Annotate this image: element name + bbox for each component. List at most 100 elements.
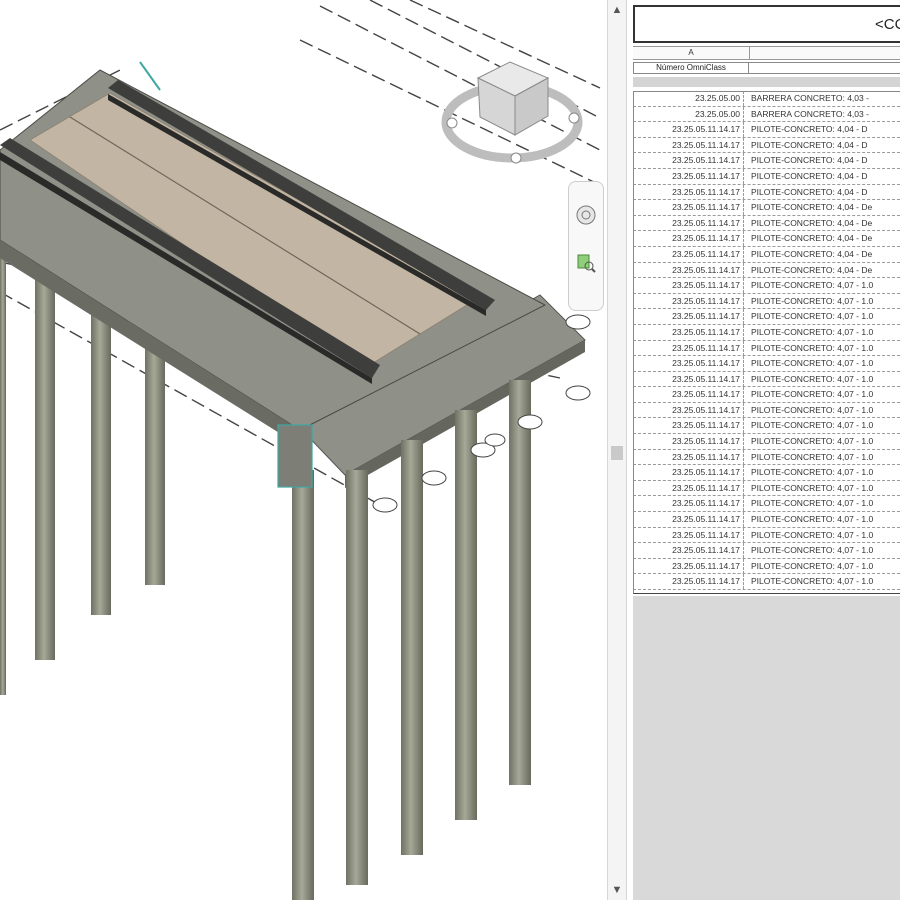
- description-cell[interactable]: PILOTE-CONCRETO: 4,07 - 1.0: [751, 325, 873, 340]
- description-cell[interactable]: PILOTE-CONCRETO: 4,04 - De: [751, 216, 872, 231]
- description-cell[interactable]: PILOTE-CONCRETO: 4,07 - 1.0: [751, 434, 873, 449]
- table-row[interactable]: 23.25.05.11.14.17 PILOTE-CONCRETO: 4,04 -…: [633, 215, 900, 232]
- omniclass-number-cell[interactable]: 23.25.05.11.14.17: [633, 418, 744, 434]
- table-row[interactable]: 23.25.05.11.14.17 PILOTE-CONCRETO: 4,07 -…: [633, 480, 900, 497]
- omniclass-number-cell[interactable]: 23.25.05.11.14.17: [633, 574, 744, 590]
- omniclass-number-cell[interactable]: 23.25.05.11.14.17: [633, 527, 744, 543]
- omniclass-number-cell[interactable]: 23.25.05.11.14.17: [633, 356, 744, 372]
- description-cell[interactable]: PILOTE-CONCRETO: 4,07 - 1.0: [751, 278, 873, 293]
- table-row[interactable]: 23.25.05.11.14.17 PILOTE-CONCRETO: 4,07 -…: [633, 512, 900, 528]
- omniclass-number-cell[interactable]: 23.25.05.00: [633, 106, 744, 122]
- column-letter-a[interactable]: A: [633, 47, 750, 59]
- table-row[interactable]: 23.25.05.11.14.17 PILOTE-CONCRETO: 4,07 -…: [633, 496, 900, 513]
- omniclass-number-cell[interactable]: 23.25.05.11.14.17: [633, 278, 744, 294]
- description-cell[interactable]: PILOTE-CONCRETO: 4,07 - 1.0: [751, 341, 873, 356]
- description-cell[interactable]: PILOTE-CONCRETO: 4,07 - 1.0: [751, 372, 873, 387]
- description-cell[interactable]: PILOTE-CONCRETO: 4,04 - D: [751, 185, 868, 200]
- table-row[interactable]: 23.25.05.11.14.17 PILOTE-CONCRETO: 4,07 -…: [633, 449, 900, 466]
- table-row[interactable]: 23.25.05.11.14.17 PILOTE-CONCRETO: 4,07 -…: [633, 371, 900, 388]
- description-cell[interactable]: PILOTE-CONCRETO: 4,07 - 1.0: [751, 387, 873, 402]
- table-row[interactable]: 23.25.05.11.14.17 PILOTE-CONCRETO: 4,07 -…: [633, 340, 900, 357]
- zoom-region-icon[interactable]: [575, 252, 597, 274]
- table-row[interactable]: 23.25.05.11.14.17 PILOTE-CONCRETO: 4,04 -…: [633, 246, 900, 263]
- omniclass-number-cell[interactable]: 23.25.05.11.14.17: [633, 293, 744, 309]
- table-row[interactable]: 23.25.05.11.14.17 PILOTE-CONCRETO: 4,04 -…: [633, 262, 900, 279]
- description-cell[interactable]: PILOTE-CONCRETO: 4,04 - De: [751, 200, 872, 215]
- description-cell[interactable]: PILOTE-CONCRETO: 4,07 - 1.0: [751, 559, 873, 574]
- table-row[interactable]: 23.25.05.11.14.17 PILOTE-CONCRETO: 4,07 -…: [633, 465, 900, 481]
- description-cell[interactable]: PILOTE-CONCRETO: 4,07 - 1.0: [751, 418, 873, 433]
- table-row[interactable]: 23.25.05.00 BARRERA CONCRETO: 4,03 -: [633, 106, 900, 123]
- column-header-omniclass[interactable]: Número OmniClass: [634, 63, 749, 73]
- description-cell[interactable]: PILOTE-CONCRETO: 4,07 - 1.0: [751, 450, 873, 465]
- omniclass-number-cell[interactable]: 23.25.05.11.14.17: [633, 122, 744, 138]
- table-row[interactable]: 23.25.05.11.14.17 PILOTE-CONCRETO: 4,07 -…: [633, 574, 900, 590]
- table-row[interactable]: 23.25.05.00 BARRERA CONCRETO: 4,03 -: [633, 91, 900, 107]
- bridge-model-drawing[interactable]: [0, 0, 607, 900]
- table-row[interactable]: 23.25.05.11.14.17 PILOTE-CONCRETO: 4,07 -…: [633, 558, 900, 575]
- description-cell[interactable]: PILOTE-CONCRETO: 4,07 - 1.0: [751, 528, 873, 543]
- table-row[interactable]: 23.25.05.11.14.17 PILOTE-CONCRETO: 4,07 -…: [633, 356, 900, 372]
- omniclass-number-cell[interactable]: 23.25.05.11.14.17: [633, 434, 744, 450]
- description-cell[interactable]: PILOTE-CONCRETO: 4,04 - De: [751, 231, 872, 246]
- description-cell[interactable]: PILOTE-CONCRETO: 4,07 - 1.0: [751, 356, 873, 371]
- omniclass-number-cell[interactable]: 23.25.05.11.14.17: [633, 184, 744, 200]
- table-row[interactable]: 23.25.05.11.14.17 PILOTE-CONCRETO: 4,07 -…: [633, 293, 900, 310]
- omniclass-number-cell[interactable]: 23.25.05.11.14.17: [633, 231, 744, 247]
- description-cell[interactable]: PILOTE-CONCRETO: 4,07 - 1.0: [751, 512, 873, 527]
- table-row[interactable]: 23.25.05.11.14.17 PILOTE-CONCRETO: 4,07 -…: [633, 309, 900, 325]
- scroll-down-arrow-icon[interactable]: ▼: [608, 882, 626, 898]
- table-row[interactable]: 23.25.05.11.14.17 PILOTE-CONCRETO: 4,04 -…: [633, 231, 900, 247]
- omniclass-number-cell[interactable]: 23.25.05.11.14.17: [633, 558, 744, 574]
- scrollbar-thumb[interactable]: [611, 446, 623, 460]
- description-cell[interactable]: PILOTE-CONCRETO: 4,04 - De: [751, 263, 872, 278]
- omniclass-number-cell[interactable]: 23.25.05.11.14.17: [633, 262, 744, 278]
- description-cell[interactable]: PILOTE-CONCRETO: 4,07 - 1.0: [751, 574, 873, 589]
- steering-wheel-icon[interactable]: [575, 204, 597, 226]
- description-cell[interactable]: PILOTE-CONCRETO: 4,07 - 1.0: [751, 294, 873, 309]
- table-row[interactable]: 23.25.05.11.14.17 PILOTE-CONCRETO: 4,04 -…: [633, 153, 900, 169]
- table-row[interactable]: 23.25.05.11.14.17 PILOTE-CONCRETO: 4,07 -…: [633, 324, 900, 341]
- table-row[interactable]: 23.25.05.11.14.17 PILOTE-CONCRETO: 4,04 -…: [633, 168, 900, 185]
- description-cell[interactable]: PILOTE-CONCRETO: 4,04 - De: [751, 247, 872, 262]
- description-cell[interactable]: PILOTE-CONCRETO: 4,04 - D: [751, 169, 868, 184]
- table-row[interactable]: 23.25.05.11.14.17 PILOTE-CONCRETO: 4,04 -…: [633, 122, 900, 138]
- description-cell[interactable]: PILOTE-CONCRETO: 4,07 - 1.0: [751, 309, 873, 324]
- description-cell[interactable]: PILOTE-CONCRETO: 4,04 - D: [751, 138, 868, 153]
- table-row[interactable]: 23.25.05.11.14.17 PILOTE-CONCRETO: 4,07 -…: [633, 402, 900, 419]
- omniclass-number-cell[interactable]: 23.25.05.11.14.17: [633, 246, 744, 262]
- table-row[interactable]: 23.25.05.11.14.17 PILOTE-CONCRETO: 4,07 -…: [633, 434, 900, 450]
- omniclass-number-cell[interactable]: 23.25.05.11.14.17: [633, 137, 744, 153]
- omniclass-number-cell[interactable]: 23.25.05.11.14.17: [633, 215, 744, 231]
- omniclass-number-cell[interactable]: 23.25.05.11.14.17: [633, 496, 744, 512]
- description-cell[interactable]: PILOTE-CONCRETO: 4,04 - D: [751, 122, 868, 137]
- omniclass-number-cell[interactable]: 23.25.05.11.14.17: [633, 449, 744, 465]
- omniclass-number-cell[interactable]: 23.25.05.11.14.17: [633, 543, 744, 559]
- description-cell[interactable]: BARRERA CONCRETO: 4,03 -: [751, 107, 869, 122]
- omniclass-number-cell[interactable]: 23.25.05.11.14.17: [633, 465, 744, 481]
- table-row[interactable]: 23.25.05.11.14.17 PILOTE-CONCRETO: 4,07 -…: [633, 418, 900, 435]
- viewport-scrollbar[interactable]: ▲ ▼: [607, 0, 627, 900]
- description-cell[interactable]: PILOTE-CONCRETO: 4,07 - 1.0: [751, 496, 873, 511]
- table-row[interactable]: 23.25.05.11.14.17 PILOTE-CONCRETO: 4,07 -…: [633, 387, 900, 403]
- omniclass-number-cell[interactable]: 23.25.05.11.14.17: [633, 371, 744, 387]
- omniclass-number-cell[interactable]: 23.25.05.11.14.17: [633, 200, 744, 216]
- table-row[interactable]: 23.25.05.11.14.17 PILOTE-CONCRETO: 4,07 -…: [633, 527, 900, 544]
- omniclass-number-cell[interactable]: 23.25.05.11.14.17: [633, 324, 744, 340]
- table-row[interactable]: 23.25.05.11.14.17 PILOTE-CONCRETO: 4,07 -…: [633, 278, 900, 294]
- description-cell[interactable]: PILOTE-CONCRETO: 4,07 - 1.0: [751, 465, 873, 480]
- omniclass-number-cell[interactable]: 23.25.05.11.14.17: [633, 168, 744, 184]
- description-cell[interactable]: PILOTE-CONCRETO: 4,04 - D: [751, 153, 868, 168]
- description-cell[interactable]: PILOTE-CONCRETO: 4,07 - 1.0: [751, 403, 873, 418]
- omniclass-number-cell[interactable]: 23.25.05.11.14.17: [633, 480, 744, 496]
- omniclass-number-cell[interactable]: 23.25.05.00: [633, 91, 744, 106]
- omniclass-number-cell[interactable]: 23.25.05.11.14.17: [633, 340, 744, 356]
- omniclass-number-cell[interactable]: 23.25.05.11.14.17: [633, 387, 744, 403]
- 3d-model-viewport[interactable]: [0, 0, 607, 900]
- table-row[interactable]: 23.25.05.11.14.17 PILOTE-CONCRETO: 4,04 -…: [633, 200, 900, 216]
- table-row[interactable]: 23.25.05.11.14.17 PILOTE-CONCRETO: 4,04 -…: [633, 137, 900, 154]
- viewcube[interactable]: [441, 61, 583, 164]
- description-cell[interactable]: PILOTE-CONCRETO: 4,07 - 1.0: [751, 543, 873, 558]
- description-cell[interactable]: PILOTE-CONCRETO: 4,07 - 1.0: [751, 481, 873, 496]
- omniclass-number-cell[interactable]: 23.25.05.11.14.17: [633, 402, 744, 418]
